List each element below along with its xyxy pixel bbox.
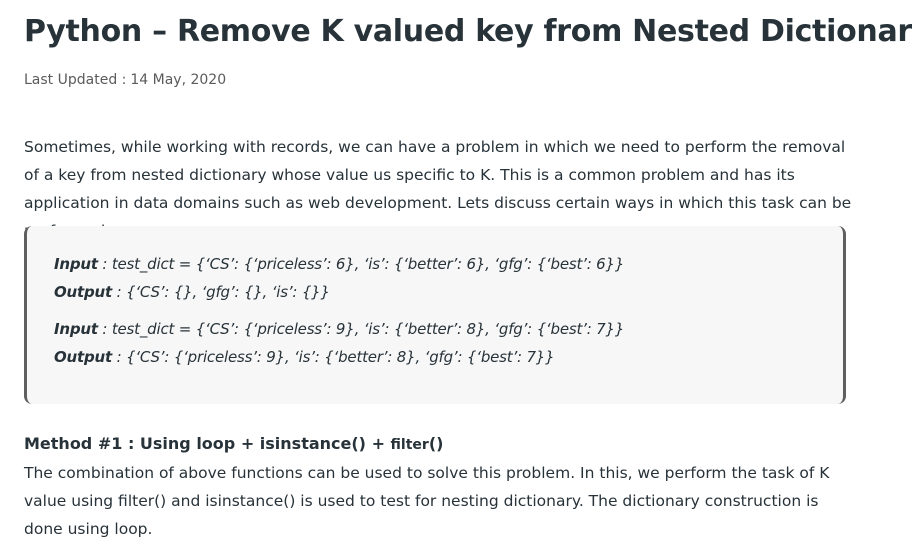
method-description: The combination of above functions can b… [24, 464, 830, 538]
output-value: : {‘CS’: {‘priceless’: 9}, ‘is’: {‘bette… [112, 348, 555, 366]
example-output-2: Output : {‘CS’: {‘priceless’: 9}, ‘is’: … [54, 348, 555, 366]
page-title: Python – Remove K valued key from Nested… [24, 14, 912, 49]
output-label: Output [54, 348, 112, 366]
method-heading-main: Method #1 : Using loop + isinstance() + [24, 434, 391, 453]
method-heading-end: () [428, 434, 444, 453]
example-input-1: Input : test_dict = {‘CS’: {‘priceless’:… [54, 255, 624, 273]
example-input-2: Input : test_dict = {‘CS’: {‘priceless’:… [54, 320, 624, 338]
last-updated: Last Updated :14 May, 2020 [24, 72, 226, 88]
last-updated-date: 14 May, 2020 [130, 72, 227, 88]
input-value: : test_dict = {‘CS’: {‘priceless’: 9}, ‘… [97, 320, 625, 338]
input-label: Input [54, 320, 98, 338]
example-box: Input : test_dict = {‘CS’: {‘priceless’:… [24, 226, 846, 404]
output-label: Output [54, 283, 112, 301]
output-value: : {‘CS’: {}, ‘gfg’: {}, ‘is’: {}} [112, 283, 331, 301]
method-heading-filter: filter [390, 437, 429, 453]
method-heading: Method #1 : Using loop + isinstance() + … [24, 434, 443, 453]
input-label: Input [54, 255, 98, 273]
last-updated-label: Last Updated : [24, 72, 127, 88]
input-value: : test_dict = {‘CS’: {‘priceless’: 6}, ‘… [97, 255, 625, 273]
example-output-1: Output : {‘CS’: {}, ‘gfg’: {}, ‘is’: {}} [54, 283, 330, 301]
article: Python – Remove K valued key from Nested… [0, 0, 912, 556]
